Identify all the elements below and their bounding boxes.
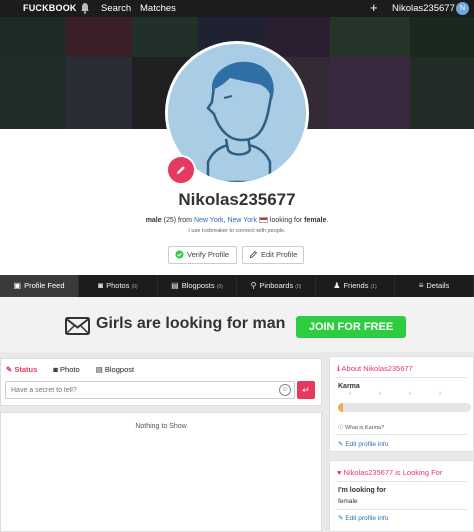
bars-icon: ≡: [418, 281, 424, 290]
banner-text: Girls are looking for man: [96, 315, 286, 332]
tab-blogposts[interactable]: ▤ Blogposts (0): [158, 275, 237, 297]
feed-panel: Nothing to Show: [0, 412, 322, 532]
edit-profile-info-text: Edit profile info: [345, 515, 389, 522]
profile-from-text: from: [178, 217, 193, 224]
about-title: ℹ About Nikolas235677: [337, 364, 413, 373]
tab-label: Profile Feed: [24, 281, 65, 290]
looking-for-title-text: Nikolas235677 is Looking For: [343, 468, 443, 477]
tab-pinboards[interactable]: ⚲ Pinboards (0): [237, 275, 316, 297]
profile-looking-for: female: [304, 217, 327, 224]
join-for-free-button[interactable]: JOIN FOR FREE: [296, 316, 406, 338]
check-circle-icon: [175, 250, 184, 259]
status-composer: ✎ Status ◙ Photo ▤ Blogpost ☺ ↵: [0, 358, 322, 406]
feed-icon: ▣: [13, 281, 22, 290]
pencil-icon: [177, 166, 185, 174]
tab-profile-feed[interactable]: ▣ Profile Feed: [0, 275, 79, 297]
profile-age: (25): [163, 217, 177, 224]
profile-city-link[interactable]: New York: [194, 217, 224, 224]
pin-icon: ⚲: [250, 281, 257, 290]
empty-feed-text: Nothing to Show: [135, 423, 187, 430]
edit-profile-info-link[interactable]: ✎ Edit profile info: [338, 440, 388, 448]
profile-info-line: male (25) from New York, New York lookin…: [145, 217, 329, 224]
edit-profile-info-link[interactable]: ✎ Edit profile info: [338, 514, 388, 522]
looking-for-card: ♥ Nikolas235677 is Looking For I'm looki…: [329, 460, 474, 532]
tab-label: Photos: [106, 281, 130, 290]
tab-count: (0): [131, 284, 138, 290]
composer-tab-photo[interactable]: ◙ Photo: [53, 365, 86, 374]
what-is-karma-text: What is Karma?: [345, 425, 385, 431]
edit-profile-label: Edit Profile: [261, 250, 298, 259]
karma-progress-bar: [338, 403, 471, 412]
divider: [336, 434, 468, 435]
site-logo[interactable]: FUCKBOOK: [23, 3, 77, 13]
tab-label: Pinboards: [259, 281, 294, 290]
icebreaker-text: I use Icebreaker to connect with people.: [188, 228, 286, 234]
promo-banner[interactable]: Girls are looking for man JOIN FOR FREE: [0, 297, 474, 352]
divider: [336, 509, 468, 510]
karma-level-icon: ♕: [438, 391, 443, 397]
us-flag-icon: [258, 217, 268, 224]
profile-state-link[interactable]: New York: [227, 217, 257, 224]
what-is-karma-link[interactable]: ⓘ What is Karma?: [338, 423, 384, 431]
about-card: ℹ About Nikolas235677 Karma ♕ ♕ ♕ ♕ ⓘ Wh…: [329, 356, 474, 452]
verify-profile-label: Verify Profile: [187, 250, 230, 259]
nav-avatar[interactable]: N: [456, 2, 469, 15]
divider: [336, 377, 468, 378]
tab-label: Blogposts: [181, 281, 215, 290]
composer-tab-blogpost[interactable]: ▤ Blogpost: [96, 365, 141, 374]
tab-label: Details: [426, 281, 450, 290]
karma-label: Karma: [338, 383, 360, 390]
profile-tabs: ▣ Profile Feed ◙ Photos (0) ▤ Blogposts (0)…: [0, 275, 474, 297]
divider: [336, 481, 468, 482]
tab-friends[interactable]: ♟ Friends (1): [316, 275, 395, 297]
verify-profile-button[interactable]: Verify Profile: [168, 246, 237, 264]
emoji-icon[interactable]: ☺: [279, 384, 291, 396]
tab-count: (1): [370, 284, 377, 290]
karma-level-icon: ♕: [348, 391, 353, 397]
looking-for-title: ♥ Nikolas235677 is Looking For: [337, 468, 443, 477]
composer-tabs: ✎ Status ◙ Photo ▤ Blogpost: [6, 365, 148, 374]
composer-tab-status-label: Status: [14, 365, 38, 374]
nav-search-link[interactable]: Search: [101, 3, 131, 14]
looking-for-label: I'm looking for: [338, 487, 386, 494]
edit-profile-info-text: Edit profile info: [345, 441, 389, 448]
composer-tab-photo-label: Photo: [60, 365, 80, 374]
plus-icon[interactable]: +: [370, 0, 378, 16]
envelope-icon: [65, 317, 90, 335]
top-navbar: FUCKBOOK Search Matches + Nikolas235677 …: [0, 0, 474, 17]
bell-icon[interactable]: [80, 2, 90, 14]
camera-icon: ◙: [98, 281, 104, 290]
karma-level-icon: ♕: [378, 391, 383, 397]
profile-gender: male: [145, 217, 162, 224]
users-icon: ♟: [333, 281, 341, 290]
tab-count: (0): [295, 284, 302, 290]
karma-progress-fill: [338, 403, 344, 412]
tab-photos[interactable]: ◙ Photos (0): [79, 275, 158, 297]
profile-looking-text: looking for: [269, 217, 303, 224]
nav-username[interactable]: Nikolas235677: [392, 3, 455, 14]
profile-username: Nikolas235677: [178, 190, 296, 209]
book-icon: ▤: [171, 281, 179, 290]
tab-details[interactable]: ≡ Details: [395, 275, 474, 297]
about-title-text: About Nikolas235677: [341, 364, 413, 373]
tab-count: (0): [216, 284, 223, 290]
pencil-icon: [249, 250, 258, 259]
looking-for-value: female: [338, 498, 358, 505]
edit-avatar-button[interactable]: [166, 155, 196, 185]
nav-matches-link[interactable]: Matches: [140, 3, 176, 14]
edit-profile-button[interactable]: Edit Profile: [242, 246, 304, 264]
send-button[interactable]: ↵: [297, 381, 315, 399]
composer-tab-blogpost-label: Blogpost: [104, 365, 135, 374]
karma-level-icon: ♕: [408, 391, 413, 397]
tab-label: Friends: [343, 281, 369, 290]
composer-tab-status[interactable]: ✎ Status: [6, 365, 44, 374]
secret-input[interactable]: [5, 381, 295, 399]
